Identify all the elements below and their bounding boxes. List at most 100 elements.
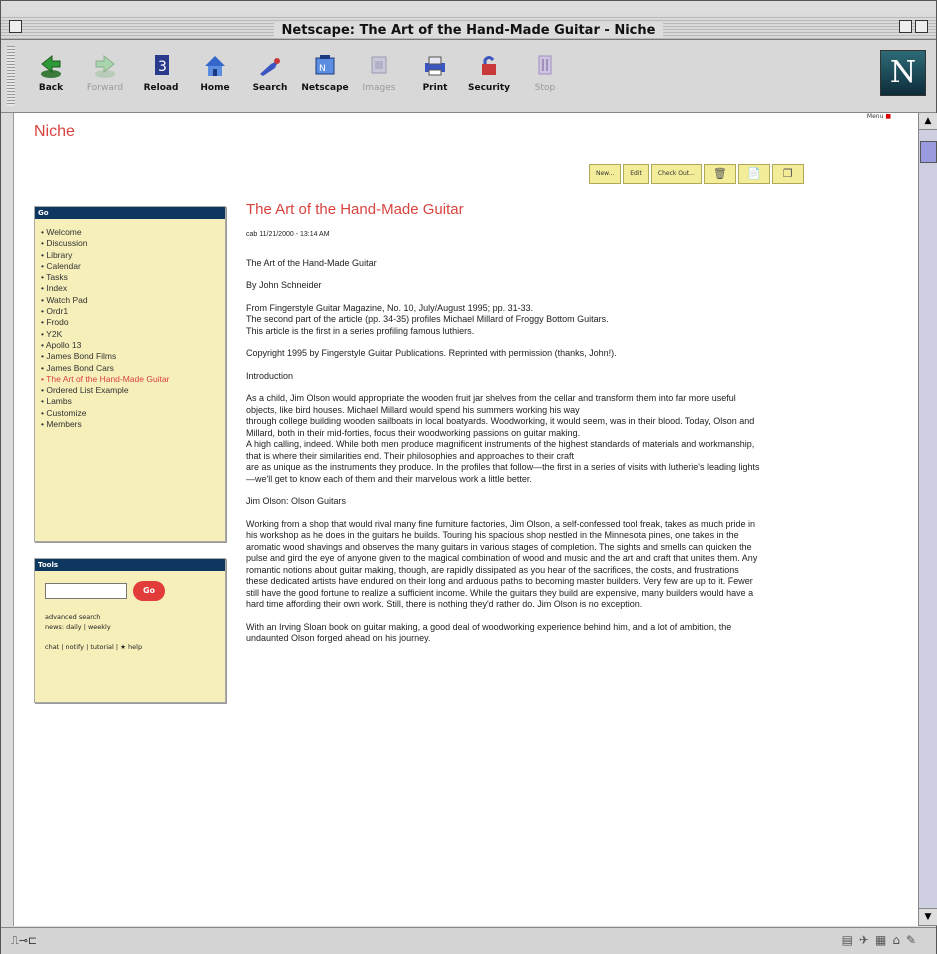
article-paragraph: With an Irving Sloan book on guitar maki…: [246, 621, 732, 644]
nav-item-tasks[interactable]: • Tasks: [41, 272, 219, 283]
print-button[interactable]: Print: [409, 52, 461, 100]
images-icon: [371, 56, 387, 74]
tools-box: Tools Go advanced search news: daily | w…: [34, 558, 226, 703]
stop-label: Stop: [534, 83, 556, 93]
window-title-container: Netscape: The Art of the Hand-Made Guita…: [1, 19, 936, 38]
article-heading-introduction: Introduction: [246, 370, 294, 381]
nav-item-apollo-13[interactable]: • Apollo 13: [41, 340, 219, 351]
nav-item-frodo[interactable]: • Frodo: [41, 317, 219, 328]
article-meta: cab 11/21/2000 - 13:14 AM: [246, 231, 330, 238]
nav-box: Go • Welcome • Discussion • Library • Ca…: [34, 206, 226, 542]
nav-item-customize[interactable]: • Customize: [41, 408, 219, 419]
menu-link[interactable]: Menu ■: [867, 113, 891, 120]
nav-item-index[interactable]: • Index: [41, 283, 219, 294]
collapse-box[interactable]: [915, 20, 928, 33]
back-button[interactable]: Back: [25, 52, 77, 100]
svg-text:3: 3: [158, 59, 167, 75]
security-button[interactable]: Security: [463, 52, 515, 100]
site-name[interactable]: Niche: [34, 123, 75, 141]
scroll-thumb[interactable]: [920, 141, 937, 163]
article-paragraph: Copyright 1995 by Fingerstyle Guitar Pub…: [246, 348, 617, 358]
footer-links[interactable]: chat | notify | tutorial | ★ help: [45, 643, 217, 651]
netscape-label: Netscape: [301, 83, 349, 93]
article-title: The Art of the Hand-Made Guitar: [246, 201, 464, 218]
page-actions: New... Edit Check Out... 🗑 📄 ❐: [589, 164, 804, 186]
connection-status-icon: ⎍⊸⊏: [11, 934, 38, 947]
vertical-scrollbar[interactable]: ▲ ▼: [918, 113, 937, 926]
nav-item-discussion[interactable]: • Discussion: [41, 238, 219, 249]
article-paragraph: From Fingerstyle Guitar Magazine, No. 10…: [246, 302, 609, 336]
nav-item-library[interactable]: • Library: [41, 250, 219, 261]
nav-item-y2k[interactable]: • Y2K: [41, 329, 219, 340]
article-paragraph: As a child, Jim Olson would appropriate …: [246, 393, 760, 484]
forward-button[interactable]: Forward: [79, 52, 131, 100]
nav-item-ordr1[interactable]: • Ordr1: [41, 306, 219, 317]
article-byline: By John Schneider: [246, 280, 322, 290]
nav-item-welcome[interactable]: • Welcome: [41, 227, 219, 238]
netscape-logo[interactable]: N: [880, 50, 926, 96]
search-input[interactable]: [45, 583, 127, 599]
scroll-down-arrow-icon[interactable]: ▼: [919, 908, 937, 926]
netscape-button[interactable]: N Netscape: [299, 52, 351, 100]
article-paragraph: The Art of the Hand-Made Guitar: [246, 257, 377, 268]
page-icon[interactable]: 📄: [737, 164, 770, 184]
forward-arrow-icon: [95, 54, 115, 78]
nav-item-members[interactable]: • Members: [41, 419, 219, 430]
toolbar-grip[interactable]: [7, 46, 15, 106]
title-bar[interactable]: Netscape: The Art of the Hand-Made Guita…: [1, 15, 936, 40]
nav-item-lambs[interactable]: • Lambs: [41, 396, 219, 407]
advanced-search-link[interactable]: advanced search: [45, 613, 217, 621]
nav-item-calendar[interactable]: • Calendar: [41, 261, 219, 272]
window-title: Netscape: The Art of the Hand-Made Guita…: [273, 23, 664, 38]
page-content: Niche Menu ■ New... Edit Check Out... 🗑 …: [13, 113, 919, 926]
browser-window: Netscape: The Art of the Hand-Made Guita…: [0, 0, 937, 954]
nav-item-james-bond-cars[interactable]: • James Bond Cars: [41, 363, 219, 374]
zoom-box[interactable]: [899, 20, 912, 33]
home-icon: [205, 56, 225, 76]
trash-icon[interactable]: 🗑: [703, 164, 736, 184]
print-icon: [425, 56, 445, 76]
go-button[interactable]: Go: [133, 581, 165, 601]
netscape-icon: N: [315, 55, 335, 75]
security-icon: [482, 56, 496, 75]
scroll-up-arrow-icon[interactable]: ▲: [919, 113, 937, 130]
nav-item-hand-made-guitar[interactable]: • The Art of the Hand-Made Guitar: [41, 374, 219, 385]
reload-button[interactable]: 3 Reload: [135, 52, 187, 100]
images-label: Images: [362, 83, 396, 93]
search-button[interactable]: Search: [244, 52, 296, 100]
reload-label: Reload: [143, 83, 179, 93]
edit-button[interactable]: Edit: [623, 164, 649, 184]
home-label: Home: [200, 83, 230, 93]
nav-item-james-bond-films[interactable]: • James Bond Films: [41, 351, 219, 362]
article-paragraph: Working from a shop that would rival man…: [246, 518, 758, 610]
search-label: Search: [252, 83, 288, 93]
nav-header: Go: [35, 207, 225, 219]
search-icon: [260, 58, 280, 76]
svg-text:N: N: [319, 64, 326, 74]
tools-header: Tools: [35, 559, 225, 571]
nav-list: • Welcome • Discussion • Library • Calen…: [35, 219, 225, 438]
menu-dot-icon: ■: [885, 113, 891, 120]
article-heading-jim-olson: Jim Olson: Olson Guitars: [246, 496, 347, 506]
nav-item-watch-pad[interactable]: • Watch Pad: [41, 295, 219, 306]
status-bar: ⎍⊸⊏ ▤✈▦⌂✎: [1, 927, 936, 954]
stop-button[interactable]: Stop: [519, 52, 571, 100]
component-bar-icons[interactable]: ▤✈▦⌂✎: [842, 933, 922, 947]
images-button[interactable]: Images: [353, 52, 405, 100]
home-button[interactable]: Home: [189, 52, 241, 100]
nav-item-ordered-list-example[interactable]: • Ordered List Example: [41, 385, 219, 396]
forward-label: Forward: [86, 83, 124, 93]
navigation-toolbar: Back Forward 3 Reload Home Search N Nets…: [1, 40, 936, 113]
copy-icon[interactable]: ❐: [771, 164, 804, 184]
menu-link-label: Menu: [866, 113, 884, 120]
back-arrow-icon: [41, 54, 61, 78]
new-button[interactable]: New...: [589, 164, 622, 184]
news-links[interactable]: news: daily | weekly: [45, 623, 217, 631]
stop-icon: [538, 55, 552, 75]
reload-icon: 3: [155, 55, 169, 75]
search-row: Go: [45, 581, 217, 601]
security-label: Security: [467, 83, 511, 93]
article: The Art of the Hand-Made Guitar cab 11/2…: [246, 201, 761, 656]
tools-body: Go advanced search news: daily | weekly …: [35, 571, 225, 659]
check-out-button[interactable]: Check Out...: [650, 164, 702, 184]
